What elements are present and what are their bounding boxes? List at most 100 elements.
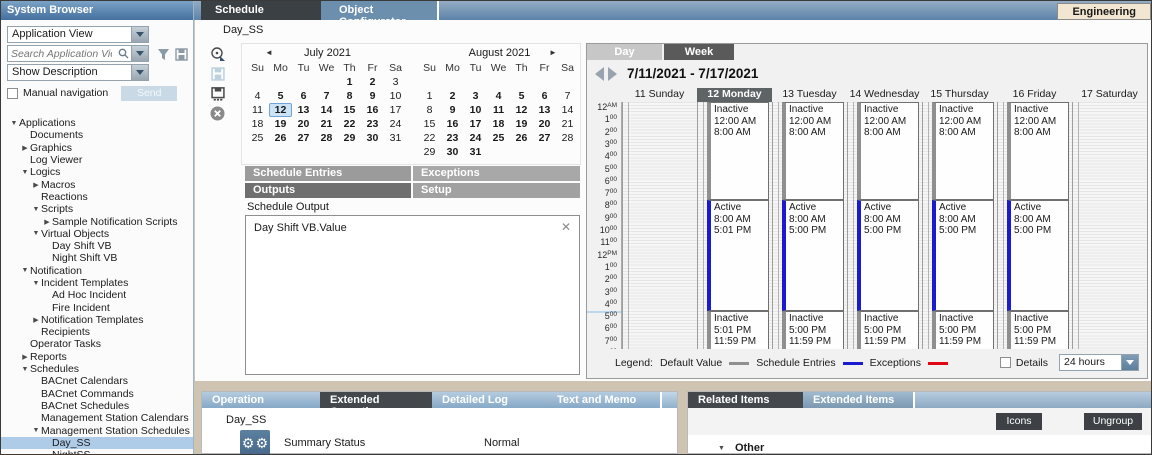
calendar-day-cell[interactable]: 8 (418, 103, 441, 117)
calendar-day-cell[interactable]: 6 (292, 89, 315, 103)
tab-schedule-entries[interactable]: Schedule Entries (245, 166, 411, 181)
summary-status-row[interactable]: ⚙ ⚙ Summary Status Normal (240, 430, 519, 455)
calendar-day-cell[interactable]: 10 (464, 103, 487, 117)
tab-extended-items[interactable]: Extended Items (803, 392, 915, 408)
tab-object-configurator[interactable]: Object Configurator (321, 1, 439, 20)
calendar-day-cell[interactable]: 11 (487, 103, 510, 117)
tab-related-items[interactable]: Related Items (688, 392, 803, 408)
calendar-day-cell[interactable]: 16 (441, 117, 464, 131)
schedule-event-inactive[interactable]: Inactive12:00 AM8:00 AM (1007, 102, 1069, 200)
search-dropdown-button[interactable] (131, 46, 148, 61)
calendar-day-cell[interactable]: 13 (533, 103, 556, 117)
tree-item-scripts[interactable]: ▼Scripts (1, 203, 193, 215)
calendar-day-cell[interactable]: 22 (418, 131, 441, 145)
tree-item-log-viewer[interactable]: Log Viewer (1, 154, 193, 166)
tab-text-and-memo[interactable]: Text and Memo (547, 392, 662, 408)
tree-item-operator-tasks[interactable]: Operator Tasks (1, 338, 193, 350)
day-column[interactable]: Inactive12:00 AM8:00 AMActive8:00 AM5:00… (772, 102, 847, 349)
calendar-day-cell[interactable]: 14 (556, 103, 579, 117)
schedule-event-inactive[interactable]: Inactive5:00 PM11:59 PM (782, 311, 844, 349)
calendar-day-cell[interactable]: 11 (246, 103, 269, 117)
tree-item-reactions[interactable]: Reactions (1, 191, 193, 203)
calendar-day-cell[interactable]: 13 (292, 103, 315, 117)
collapse-triangle-icon[interactable]: ▼ (20, 366, 30, 373)
schedule-event-inactive[interactable]: Inactive5:00 PM11:59 PM (857, 311, 919, 349)
tree-item-incident-templates[interactable]: ▼Incident Templates (1, 277, 193, 289)
calendar-day-cell[interactable]: 17 (384, 103, 407, 117)
tree-item-nightss[interactable]: NightSS (1, 449, 193, 454)
save-icon[interactable] (209, 65, 226, 82)
details-checkbox[interactable] (1000, 357, 1011, 368)
save-as-icon[interactable] (209, 85, 226, 102)
tree-item-fire-incident[interactable]: Fire Incident (1, 301, 193, 313)
calendar-day-cell[interactable]: 19 (269, 117, 292, 131)
calendar-day-cell[interactable]: 9 (441, 103, 464, 117)
calendar-day-cell[interactable]: 2 (361, 75, 384, 89)
calendar-day-cell[interactable]: 20 (292, 117, 315, 131)
calendar-day-cell[interactable]: 6 (533, 89, 556, 103)
schedule-event-active[interactable]: Active8:00 AM5:00 PM (1007, 200, 1069, 311)
calendar-day-cell[interactable]: 30 (361, 131, 384, 145)
ungroup-button[interactable]: Ungroup (1084, 413, 1142, 430)
description-dropdown[interactable]: Show Description (7, 64, 149, 81)
collapse-triangle-icon[interactable]: ▼ (9, 120, 19, 127)
calendar-day-cell[interactable]: 24 (384, 117, 407, 131)
schedule-event-inactive[interactable]: Inactive5:01 PM11:59 PM (707, 311, 769, 349)
calendar-day-cell[interactable]: 27 (292, 131, 315, 145)
tree-item-bacnet-commands[interactable]: BACnet Commands (1, 388, 193, 400)
tree-item-sample-notification-scripts[interactable]: ▶Sample Notification Scripts (1, 215, 193, 227)
calendar-day-cell[interactable]: 7 (556, 89, 579, 103)
calendar-day-cell[interactable]: 15 (338, 103, 361, 117)
tree-item-day-ss[interactable]: Day_SS (1, 437, 193, 449)
tree-item-management-station-schedules[interactable]: ▼Management Station Schedules (1, 424, 193, 436)
calendar-day-cell[interactable]: 7 (315, 89, 338, 103)
tree-item-documents[interactable]: Documents (1, 129, 193, 141)
schedule-event-active[interactable]: Active8:00 AM5:00 PM (932, 200, 994, 311)
calendar-day-cell[interactable]: 3 (464, 89, 487, 103)
calendar-day-cell[interactable]: 16 (361, 103, 384, 117)
send-button[interactable]: Send (121, 86, 177, 101)
other-group-header[interactable]: ▼ Other (718, 442, 764, 454)
calendar-day-cell[interactable]: 26 (269, 131, 292, 145)
day-column[interactable]: Inactive12:00 AM8:00 AMActive8:00 AM5:01… (697, 102, 772, 349)
calendar-day-cell[interactable]: 27 (533, 131, 556, 145)
tree-item-graphics[interactable]: ▶Graphics (1, 142, 193, 154)
time-range-dropdown-button[interactable] (1121, 355, 1138, 370)
calendar-day-cell[interactable]: 29 (418, 145, 441, 159)
day-header-14-wednesday[interactable]: 14 Wednesday (847, 88, 922, 102)
expand-triangle-icon[interactable]: ▶ (31, 181, 41, 189)
calendar-day-cell[interactable]: 23 (441, 131, 464, 145)
calendar-day-cell[interactable]: 12 (269, 103, 292, 117)
search-icon[interactable] (115, 46, 131, 61)
calendar-day-cell[interactable]: 12 (510, 103, 533, 117)
calendar-day-cell[interactable]: 25 (246, 131, 269, 145)
calendar-day-cell[interactable]: 18 (487, 117, 510, 131)
tree-item-day-shift-vb[interactable]: Day Shift VB (1, 240, 193, 252)
tree-item-recipients[interactable]: Recipients (1, 326, 193, 338)
expand-triangle-icon[interactable]: ▶ (31, 316, 41, 324)
day-header-17-saturday[interactable]: 17 Saturday (1072, 88, 1147, 102)
day-column[interactable]: Inactive12:00 AM8:00 AMActive8:00 AM5:00… (847, 102, 922, 349)
calendar-day-cell[interactable]: 17 (464, 117, 487, 131)
search-input[interactable] (8, 46, 115, 61)
calendar-day-cell[interactable]: 21 (556, 117, 579, 131)
horizontal-splitter[interactable] (201, 381, 1152, 391)
calendar-day-cell[interactable]: 29 (338, 131, 361, 145)
calendar-day-cell[interactable]: 15 (418, 117, 441, 131)
tree-item-management-station-calendars[interactable]: Management Station Calendars (1, 412, 193, 424)
calendar-day-cell[interactable]: 21 (315, 117, 338, 131)
calendar-day-cell[interactable]: 28 (556, 131, 579, 145)
tab-setup[interactable]: Setup (413, 183, 580, 198)
manual-navigation-checkbox[interactable] (7, 88, 18, 99)
calendar-day-cell[interactable]: 20 (533, 117, 556, 131)
schedule-event-inactive[interactable]: Inactive12:00 AM8:00 AM (707, 102, 769, 200)
day-header-12-monday[interactable]: 12 Monday (697, 88, 772, 102)
collapse-triangle-icon[interactable]: ▼ (20, 267, 30, 274)
day-header-15-thursday[interactable]: 15 Thursday (922, 88, 997, 102)
tab-week[interactable]: Week (664, 44, 734, 60)
schedule-event-active[interactable]: Active8:00 AM5:01 PM (707, 200, 769, 311)
icons-button[interactable]: Icons (996, 413, 1042, 430)
save-view-icon[interactable] (174, 47, 188, 61)
day-column[interactable]: Inactive12:00 AM8:00 AMActive8:00 AM5:00… (997, 102, 1072, 349)
schedule-event-active[interactable]: Active8:00 AM5:00 PM (857, 200, 919, 311)
